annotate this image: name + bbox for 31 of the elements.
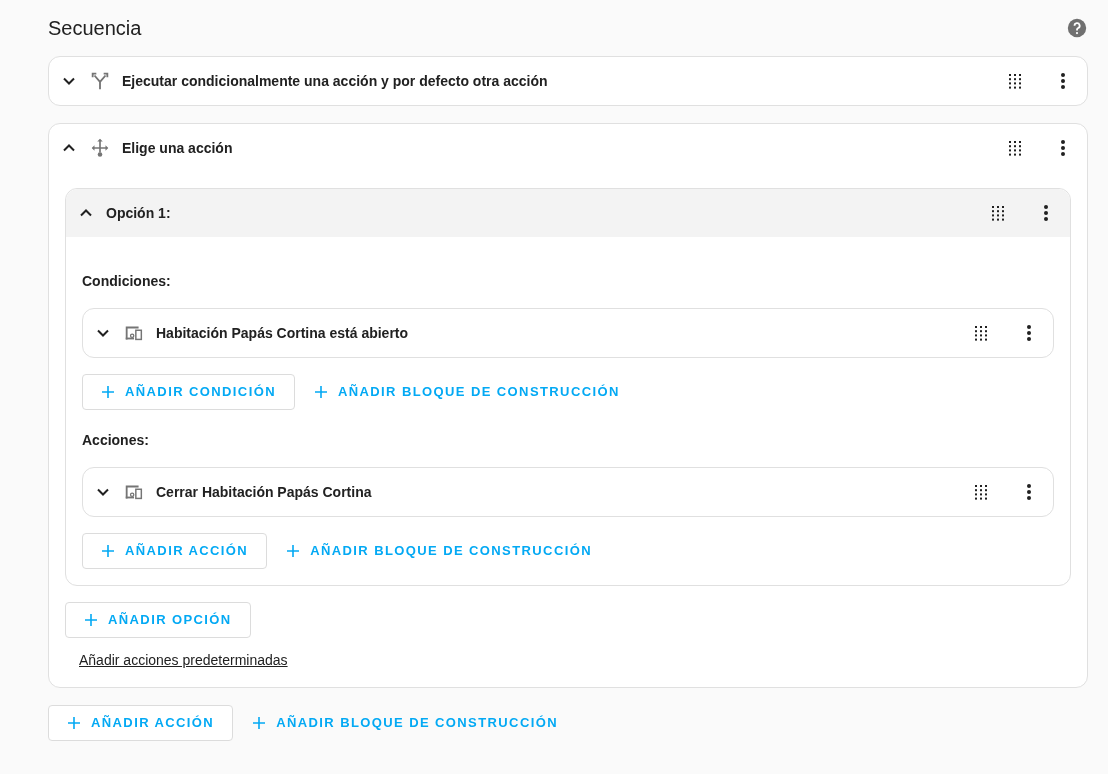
drag-handle-icon[interactable] [990,205,1006,221]
plus-icon [101,544,115,558]
section-title: Secuencia [48,16,142,40]
fork-arrows-icon [89,70,111,92]
action-title[interactable]: Elige una acción [122,137,1007,159]
help-icon[interactable] [1066,17,1088,39]
plus-icon [84,613,98,627]
plus-icon [252,716,267,730]
default-actions-link[interactable]: Añadir acciones predeterminadas [79,650,288,671]
action-title[interactable]: Opción 1: [106,202,990,224]
add-button[interactable]: AÑADIR BLOQUE DE CONSTRUCCIÓN [294,374,639,410]
drag-handle-icon[interactable] [973,325,989,341]
add-button[interactable]: AÑADIR ACCIÓN [82,533,268,569]
section-label: Condiciones: [82,272,172,291]
action-title[interactable]: Ejecutar condicionalmente una acción y por defecto otra acción [122,70,1007,92]
four-way-arrows-icon [89,137,111,159]
add-button[interactable]: AÑADIR CONDICIÓN [82,374,295,410]
action-title[interactable]: Cerrar Habitación Papás Cortina [156,481,973,503]
add-button[interactable]: AÑADIR BLOQUE DE CONSTRUCCIÓN [233,705,577,741]
add-button[interactable]: AÑADIR ACCIÓN [48,705,234,741]
drag-handle-icon[interactable] [1007,73,1023,89]
drag-handle-icon[interactable] [1007,140,1023,156]
drag-handle-icon[interactable] [973,484,989,500]
plus-icon [286,544,301,558]
add-button[interactable]: AÑADIR OPCIÓN [65,602,251,638]
add-button[interactable]: AÑADIR BLOQUE DE CONSTRUCCIÓN [267,533,611,569]
plus-icon [101,385,115,399]
plus-icon [313,385,328,399]
section-label: Acciones: [82,431,150,450]
plus-icon [67,716,81,730]
action-title[interactable]: Habitación Papás Cortina está abierto [156,322,973,344]
